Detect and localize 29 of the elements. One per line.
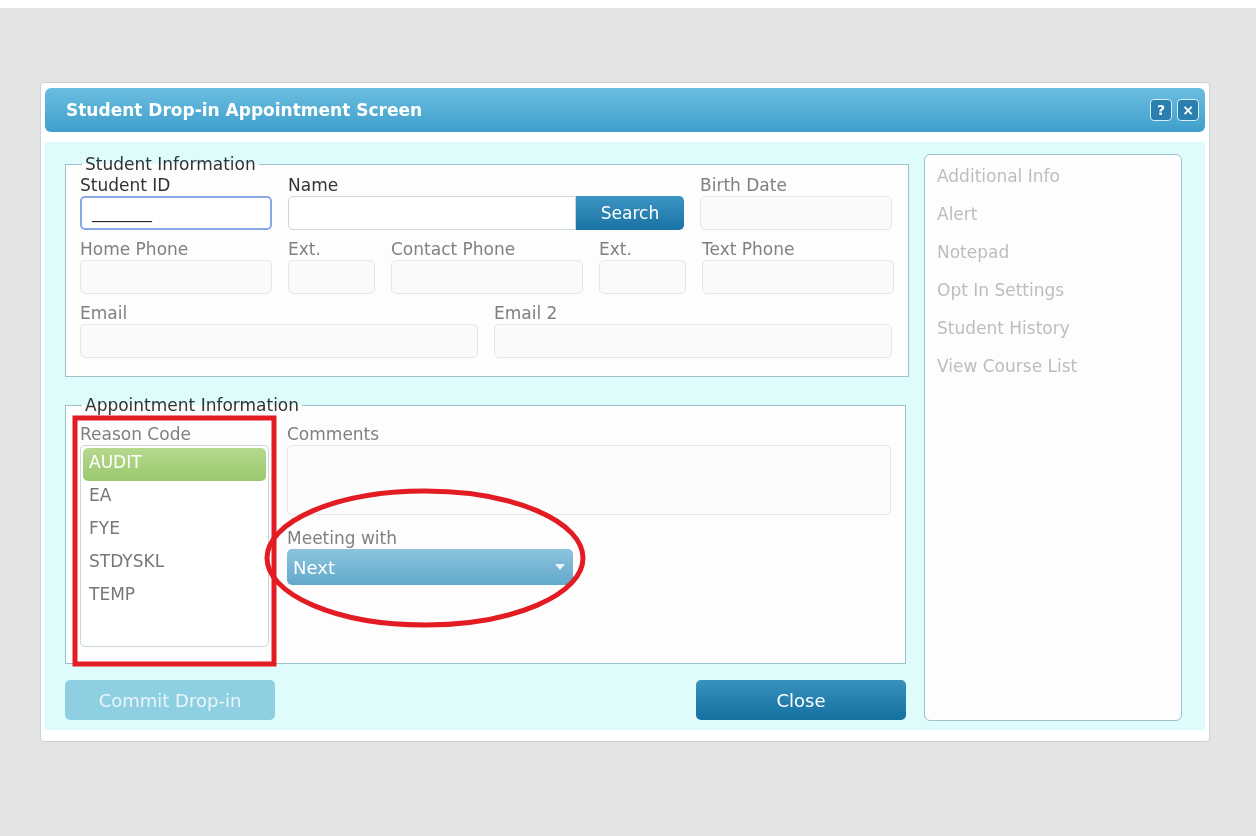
field-label: Home Phone [80, 238, 190, 260]
help-button[interactable]: ? [1150, 99, 1172, 121]
input-field[interactable]: ________ [80, 196, 272, 230]
group-legend: Appointment Information [82, 395, 303, 415]
search-button[interactable]: Search [576, 196, 684, 230]
list-item[interactable]: FYE [83, 514, 266, 547]
field-label: Text Phone [702, 238, 796, 260]
field-label: Name [288, 174, 340, 196]
list-item[interactable]: EA [83, 481, 266, 514]
input-field[interactable] [288, 196, 576, 230]
field-label: Ext. [599, 238, 633, 260]
meeting-with-dropdown[interactable]: Next [287, 549, 573, 585]
field-label: Student ID [80, 174, 172, 196]
field-label: Email [80, 302, 129, 324]
field-label: Ext. [288, 238, 322, 260]
field-label: Reason Code [80, 423, 192, 445]
close-button[interactable]: × [1177, 99, 1199, 121]
caret-icon [555, 564, 565, 570]
field-label: Comments [287, 423, 381, 445]
list-item[interactable]: STDYSKL [83, 547, 266, 580]
comments-field[interactable] [287, 445, 891, 515]
field-label: Meeting with [287, 527, 398, 549]
list-item[interactable]: TEMP [83, 580, 266, 613]
field-label: Email 2 [494, 302, 559, 324]
group-legend: Student Information [82, 154, 259, 174]
window-title: Student Drop-in Appointment Screen [66, 100, 423, 120]
field-label: Birth Date [700, 174, 788, 196]
close-dialog-button[interactable]: Close [696, 680, 906, 720]
field-label: Contact Phone [391, 238, 517, 260]
